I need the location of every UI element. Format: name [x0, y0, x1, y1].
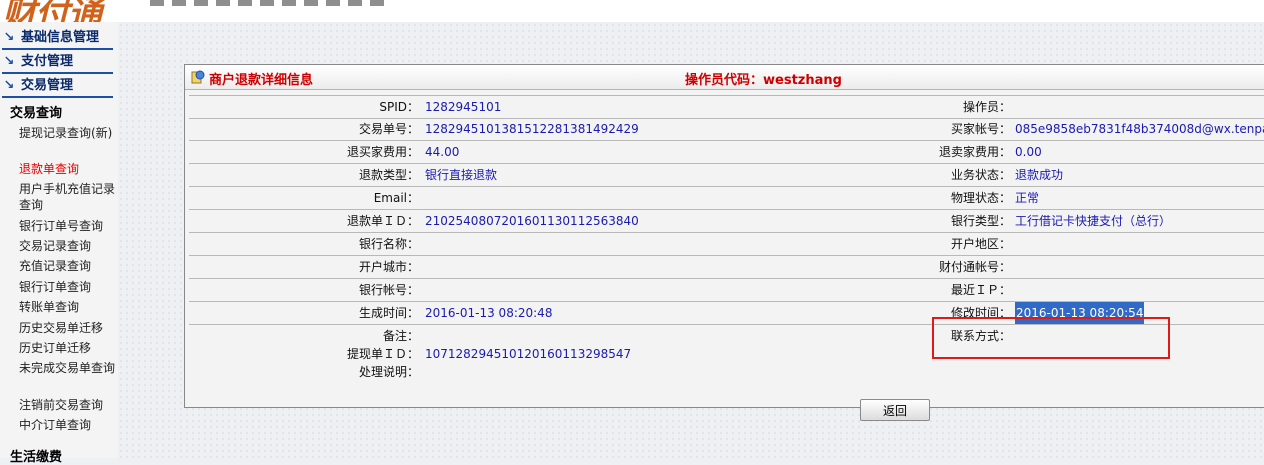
- table-row: 退款单ＩＤ： 2102540807201601130112563840 银行类型…: [189, 210, 1264, 233]
- section-title-life-pay: 生活缴费: [10, 450, 63, 465]
- field-label: 生成时间：: [358, 306, 419, 320]
- sidebar-item-bank-order[interactable]: 银行订单查询: [19, 279, 115, 295]
- sidebar-item-bank-order-no[interactable]: 银行订单号查询: [19, 218, 115, 234]
- arrow-down-right-icon: ↘: [3, 78, 15, 93]
- table-row: SPID： 1282945101 操作员：: [189, 95, 1264, 119]
- sidebar-item-history-trade-migrate[interactable]: 历史交易单迁移: [19, 320, 115, 336]
- section-title-trade-query: 交易查询: [10, 106, 63, 121]
- field-label: 退卖家费用：: [938, 145, 1011, 159]
- table-row: 银行帐号： 最近ＩＰ：: [189, 279, 1264, 302]
- field-value: 正常: [1015, 191, 1040, 205]
- back-button[interactable]: 返回: [860, 399, 930, 421]
- arrow-down-right-icon: ↘: [3, 54, 15, 69]
- sidebar-item-recharge-record[interactable]: 充值记录查询: [19, 258, 115, 274]
- field-label: 银行类型：: [950, 214, 1011, 228]
- field-label: 操作员：: [962, 100, 1011, 114]
- field-label: 退款类型：: [358, 168, 419, 182]
- operator-code: 操作员代码：westzhang: [685, 73, 842, 88]
- sidebar-item-mobile-recharge[interactable]: 用户手机充值记录查询: [19, 181, 115, 213]
- field-label: 业务状态：: [950, 168, 1011, 182]
- sidebar: ↘ 基础信息管理 ↘ 支付管理 ↘ 交易管理 交易查询 提现记录查询(新) 退款单查询…: [0, 22, 118, 465]
- menu-payment[interactable]: ↘ 支付管理: [2, 52, 113, 74]
- field-label: Email：: [373, 191, 419, 205]
- top-banner: 财付通: [0, 0, 1264, 22]
- detail-grid: SPID： 1282945101 操作员： 交易单号： 128294510138…: [189, 95, 1264, 379]
- table-row: 处理说明：: [189, 361, 1264, 383]
- field-value: 2016-01-13 08:20:48: [425, 306, 553, 320]
- field-value: 085e9858eb7831f48b374008d@wx.tenpay.com: [1015, 122, 1264, 136]
- menu-label: 支付管理: [21, 54, 74, 69]
- field-label: 修改时间：: [950, 306, 1011, 320]
- field-value: 1282945101381512281381492429: [425, 122, 639, 136]
- field-label: 买家帐号：: [950, 122, 1011, 136]
- sidebar-item-agent-order[interactable]: 中介订单查询: [19, 417, 115, 433]
- table-row: 退买家费用： 44.00 退卖家费用： 0.00: [189, 141, 1264, 164]
- detail-info-icon: [191, 70, 205, 84]
- sidebar-item-refund-query[interactable]: 退款单查询: [19, 161, 115, 177]
- table-row: 生成时间： 2016-01-13 08:20:48 修改时间： 2016-01-…: [189, 302, 1264, 325]
- table-row: 银行名称： 开户地区：: [189, 233, 1264, 256]
- field-value: 1282945101: [425, 100, 502, 114]
- table-row: 交易单号： 1282945101381512281381492429 买家帐号：…: [189, 118, 1264, 141]
- logo: 财付通: [2, 0, 102, 22]
- field-value: 退款成功: [1015, 168, 1064, 182]
- sidebar-item-transfer[interactable]: 转账单查询: [19, 299, 115, 315]
- sidebar-item-history-order-migrate[interactable]: 历史订单迁移: [19, 340, 115, 356]
- sidebar-item-trade-record[interactable]: 交易记录查询: [19, 238, 115, 254]
- field-label: 开户城市：: [358, 260, 419, 274]
- field-label: 开户地区：: [950, 237, 1011, 251]
- banner-text-decor: [150, 0, 390, 6]
- arrow-down-right-icon: ↘: [3, 30, 15, 45]
- refund-detail-panel: 商户退款详细信息 操作员代码：westzhang SPID： 128294510…: [184, 64, 1264, 408]
- field-label: 处理说明：: [358, 365, 419, 379]
- field-label: 最近ＩＰ：: [950, 283, 1011, 297]
- field-value: 银行直接退款: [425, 168, 498, 182]
- sidebar-item-unfinished-trade[interactable]: 未完成交易单查询: [19, 360, 115, 376]
- menu-label: 基础信息管理: [21, 30, 100, 45]
- menu-basic-info[interactable]: ↘ 基础信息管理: [2, 28, 113, 50]
- sidebar-item-pre-cancel-trade[interactable]: 注销前交易查询: [19, 397, 115, 413]
- sidebar-item-withdraw-query[interactable]: 提现记录查询(新): [19, 125, 115, 141]
- field-value: 工行借记卡快捷支付（总行）: [1015, 214, 1172, 228]
- main-content: 商户退款详细信息 操作员代码：westzhang SPID： 128294510…: [118, 22, 1264, 458]
- field-label: SPID：: [379, 100, 419, 114]
- table-row: Email： 物理状态： 正常: [189, 187, 1264, 210]
- modify-time-value[interactable]: 2016-01-13 08:20:54: [1015, 302, 1145, 324]
- field-label: 财付通帐号：: [938, 260, 1011, 274]
- field-value: 44.00: [425, 145, 460, 159]
- field-label: 退款单ＩＤ：: [346, 214, 419, 228]
- table-row: 退款类型： 银行直接退款 业务状态： 退款成功: [189, 164, 1264, 187]
- field-label: 银行帐号：: [358, 283, 419, 297]
- panel-title: 商户退款详细信息: [209, 73, 314, 88]
- menu-label: 交易管理: [21, 78, 74, 93]
- field-value: 2102540807201601130112563840: [425, 214, 639, 228]
- field-label: 交易单号：: [358, 122, 419, 136]
- table-row: 开户城市： 财付通帐号：: [189, 256, 1264, 279]
- menu-trade[interactable]: ↘ 交易管理: [2, 76, 113, 98]
- field-label: 物理状态：: [950, 191, 1011, 205]
- field-value: 0.00: [1015, 145, 1042, 159]
- field-label: 银行名称：: [358, 237, 419, 251]
- panel-header: 商户退款详细信息 操作员代码：westzhang: [185, 65, 1264, 90]
- field-label: 退买家费用：: [346, 145, 419, 159]
